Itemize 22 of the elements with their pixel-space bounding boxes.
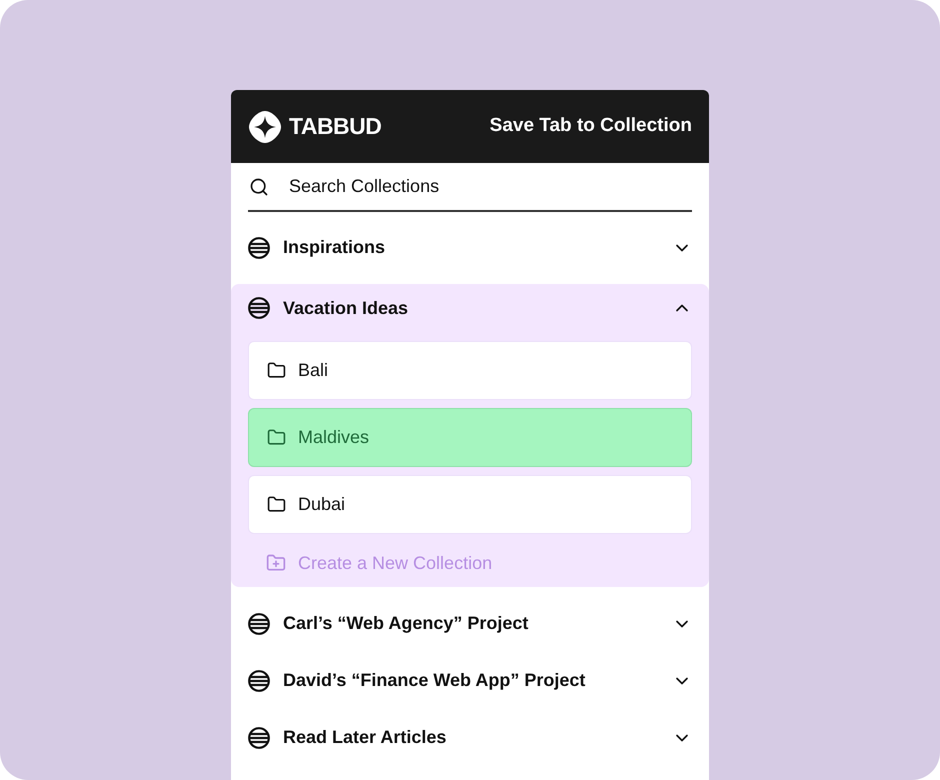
search-icon [249, 176, 269, 196]
folder-icon [267, 361, 286, 380]
folder-item[interactable]: Dubai [248, 475, 692, 534]
folder-plus-icon [266, 553, 286, 573]
collection-row[interactable]: David’s “Finance Web App” Project [231, 652, 709, 709]
search-field[interactable]: Search Collections [289, 172, 692, 202]
folder-item[interactable]: Bali [248, 341, 692, 400]
striped-circle-icon [248, 612, 270, 634]
folder-icon [267, 428, 286, 447]
collection-row[interactable]: Vacation Ideas [231, 284, 709, 332]
logo-icon [248, 110, 282, 144]
collection-row[interactable]: Read Later Articles [231, 709, 709, 766]
striped-circle-icon [248, 726, 270, 748]
folder-icon [267, 495, 286, 514]
collection-row[interactable]: Carl’s “Web Agency” Project [231, 595, 709, 652]
collection-row[interactable]: Inspirations [231, 219, 709, 276]
brand-name: TABBUD [289, 112, 382, 142]
striped-circle-icon [248, 670, 270, 692]
header-title: Save Tab to Collection [490, 114, 692, 138]
striped-circle-icon [248, 297, 270, 319]
folder-item[interactable]: Maldives [248, 408, 692, 467]
striped-circle-icon [248, 236, 270, 258]
